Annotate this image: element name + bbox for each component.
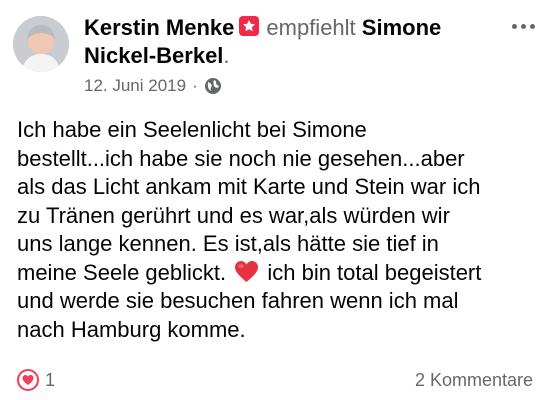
comments-link[interactable]: 2 Kommentare xyxy=(415,370,533,391)
love-reaction-icon xyxy=(17,369,39,391)
post-date[interactable]: 12. Juni 2019 xyxy=(84,76,186,96)
globe-icon xyxy=(204,78,221,94)
trailing-dot: . xyxy=(223,43,230,68)
reaction-count: 1 xyxy=(45,369,56,390)
post-body: Ich habe ein Seelenlicht bei Simone best… xyxy=(17,116,537,344)
red-heart-emoji xyxy=(235,260,259,282)
post-meta: 12. Juni 2019 · xyxy=(84,76,222,96)
more-options-icon[interactable] xyxy=(512,24,535,29)
post-header: Kerstin Menke empfiehlt Simone Nickel-Ber… xyxy=(84,14,504,70)
recommend-flag-icon xyxy=(239,16,260,36)
meta-separator: · xyxy=(192,76,198,95)
author-avatar[interactable] xyxy=(13,16,69,72)
reactions-summary[interactable]: 1 xyxy=(17,369,55,391)
post-footer: 1 2 Kommentare xyxy=(17,369,533,391)
action-text: empfiehlt xyxy=(266,15,356,40)
author-name[interactable]: Kerstin Menke xyxy=(84,15,234,40)
